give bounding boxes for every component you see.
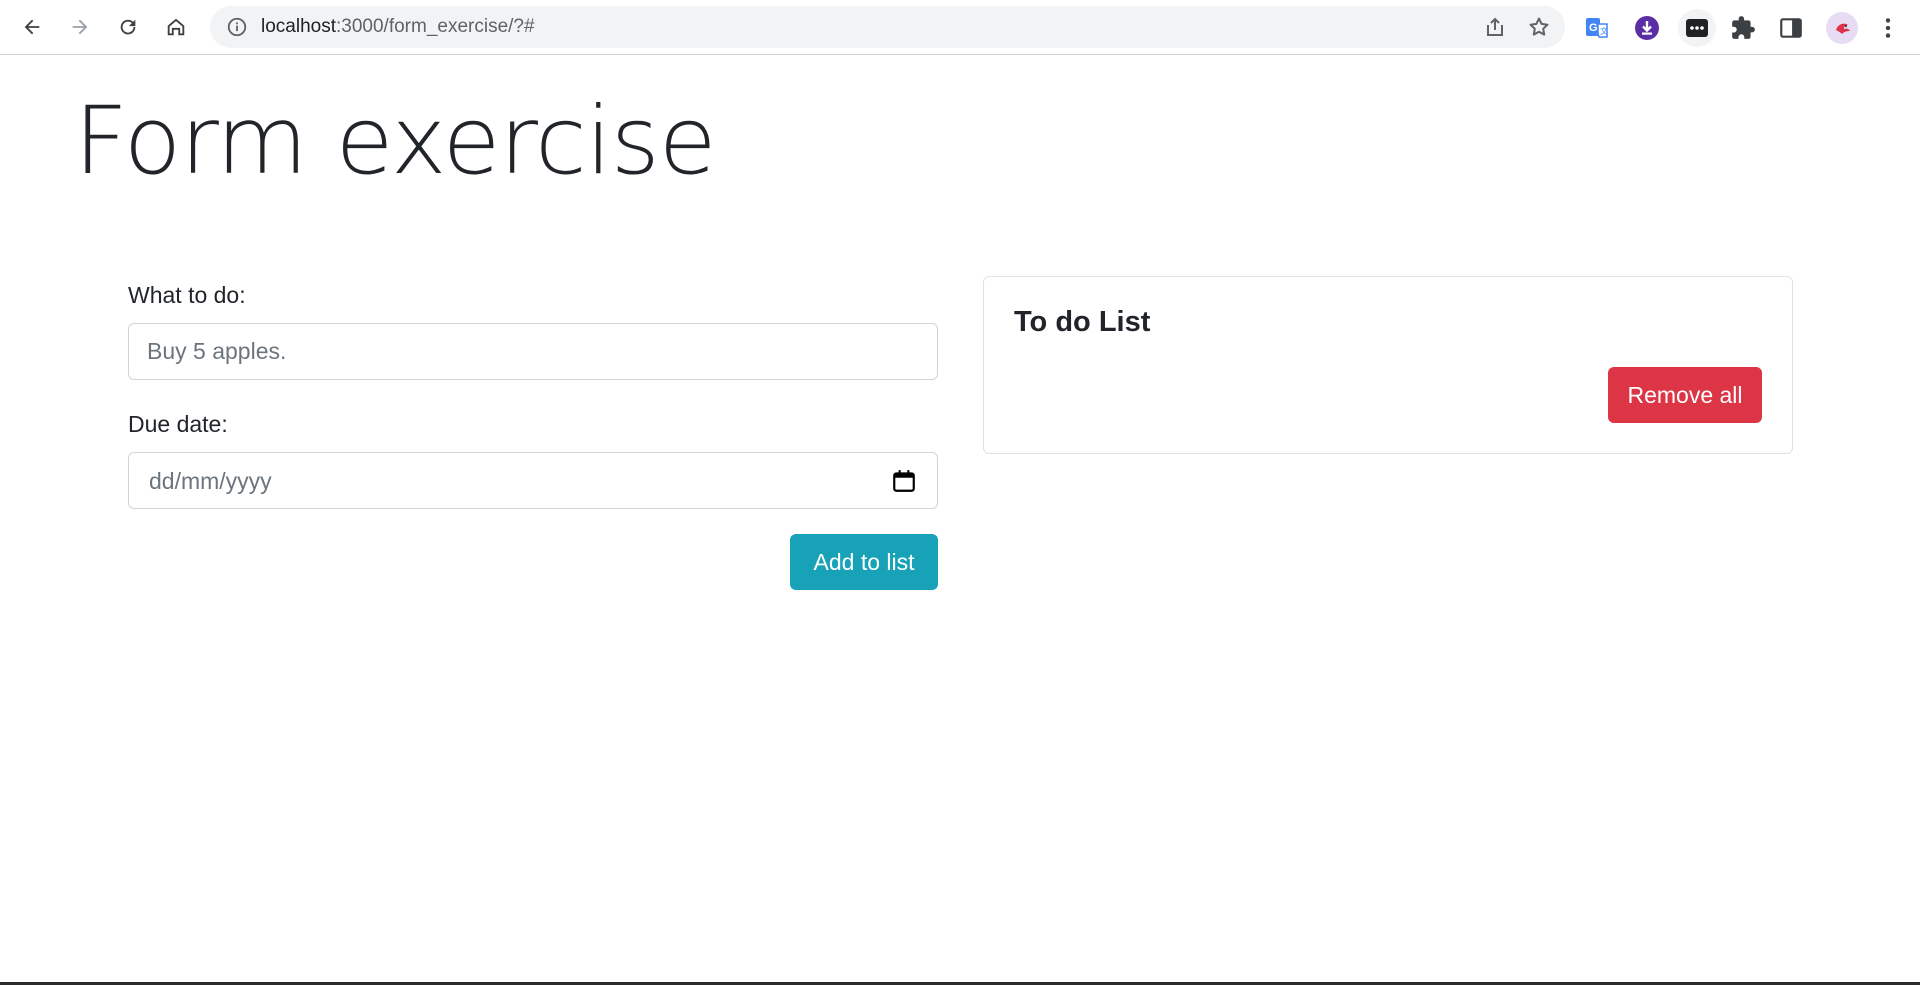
address-bar[interactable]: localhost:3000/form_exercise/?# bbox=[210, 6, 1565, 48]
remove-all-button[interactable]: Remove all bbox=[1608, 367, 1762, 423]
profile-avatar-icon[interactable] bbox=[1826, 12, 1858, 44]
page-title: Form exercise bbox=[74, 87, 717, 196]
share-icon[interactable] bbox=[1483, 15, 1507, 39]
url-path: :3000/form_exercise/?# bbox=[336, 16, 535, 37]
bookmark-star-icon[interactable] bbox=[1527, 15, 1551, 39]
svg-text:文: 文 bbox=[1600, 26, 1608, 36]
menu-dots-icon[interactable] bbox=[1873, 13, 1903, 43]
due-date-input[interactable]: dd/mm/yyyy bbox=[128, 452, 938, 509]
due-date-label: Due date: bbox=[128, 411, 228, 437]
download-icon[interactable] bbox=[1632, 13, 1662, 43]
forward-arrow-icon[interactable] bbox=[61, 8, 99, 46]
translate-icon[interactable]: G 文 bbox=[1582, 13, 1612, 43]
browser-toolbar: localhost:3000/form_exercise/?# G 文 bbox=[0, 0, 1920, 55]
extension-active-icon[interactable] bbox=[1678, 9, 1716, 47]
url-host: localhost bbox=[261, 16, 336, 37]
svg-text:G: G bbox=[1589, 22, 1598, 34]
due-date-placeholder: dd/mm/yyyy bbox=[149, 468, 272, 494]
side-panel-icon[interactable] bbox=[1776, 13, 1806, 43]
todo-input[interactable] bbox=[128, 323, 938, 380]
puzzle-icon[interactable] bbox=[1728, 13, 1758, 43]
home-icon[interactable] bbox=[157, 8, 195, 46]
url-text[interactable]: localhost:3000/form_exercise/?# bbox=[261, 17, 535, 37]
calendar-icon[interactable] bbox=[891, 468, 917, 494]
todo-list-card: To do List Remove all bbox=[983, 276, 1793, 454]
add-to-list-button[interactable]: Add to list bbox=[790, 534, 938, 590]
back-arrow-icon[interactable] bbox=[13, 8, 51, 46]
reload-icon[interactable] bbox=[109, 8, 147, 46]
todo-label: What to do: bbox=[128, 282, 246, 308]
todo-list-title: To do List bbox=[1014, 306, 1151, 338]
site-info-icon[interactable] bbox=[226, 16, 248, 38]
